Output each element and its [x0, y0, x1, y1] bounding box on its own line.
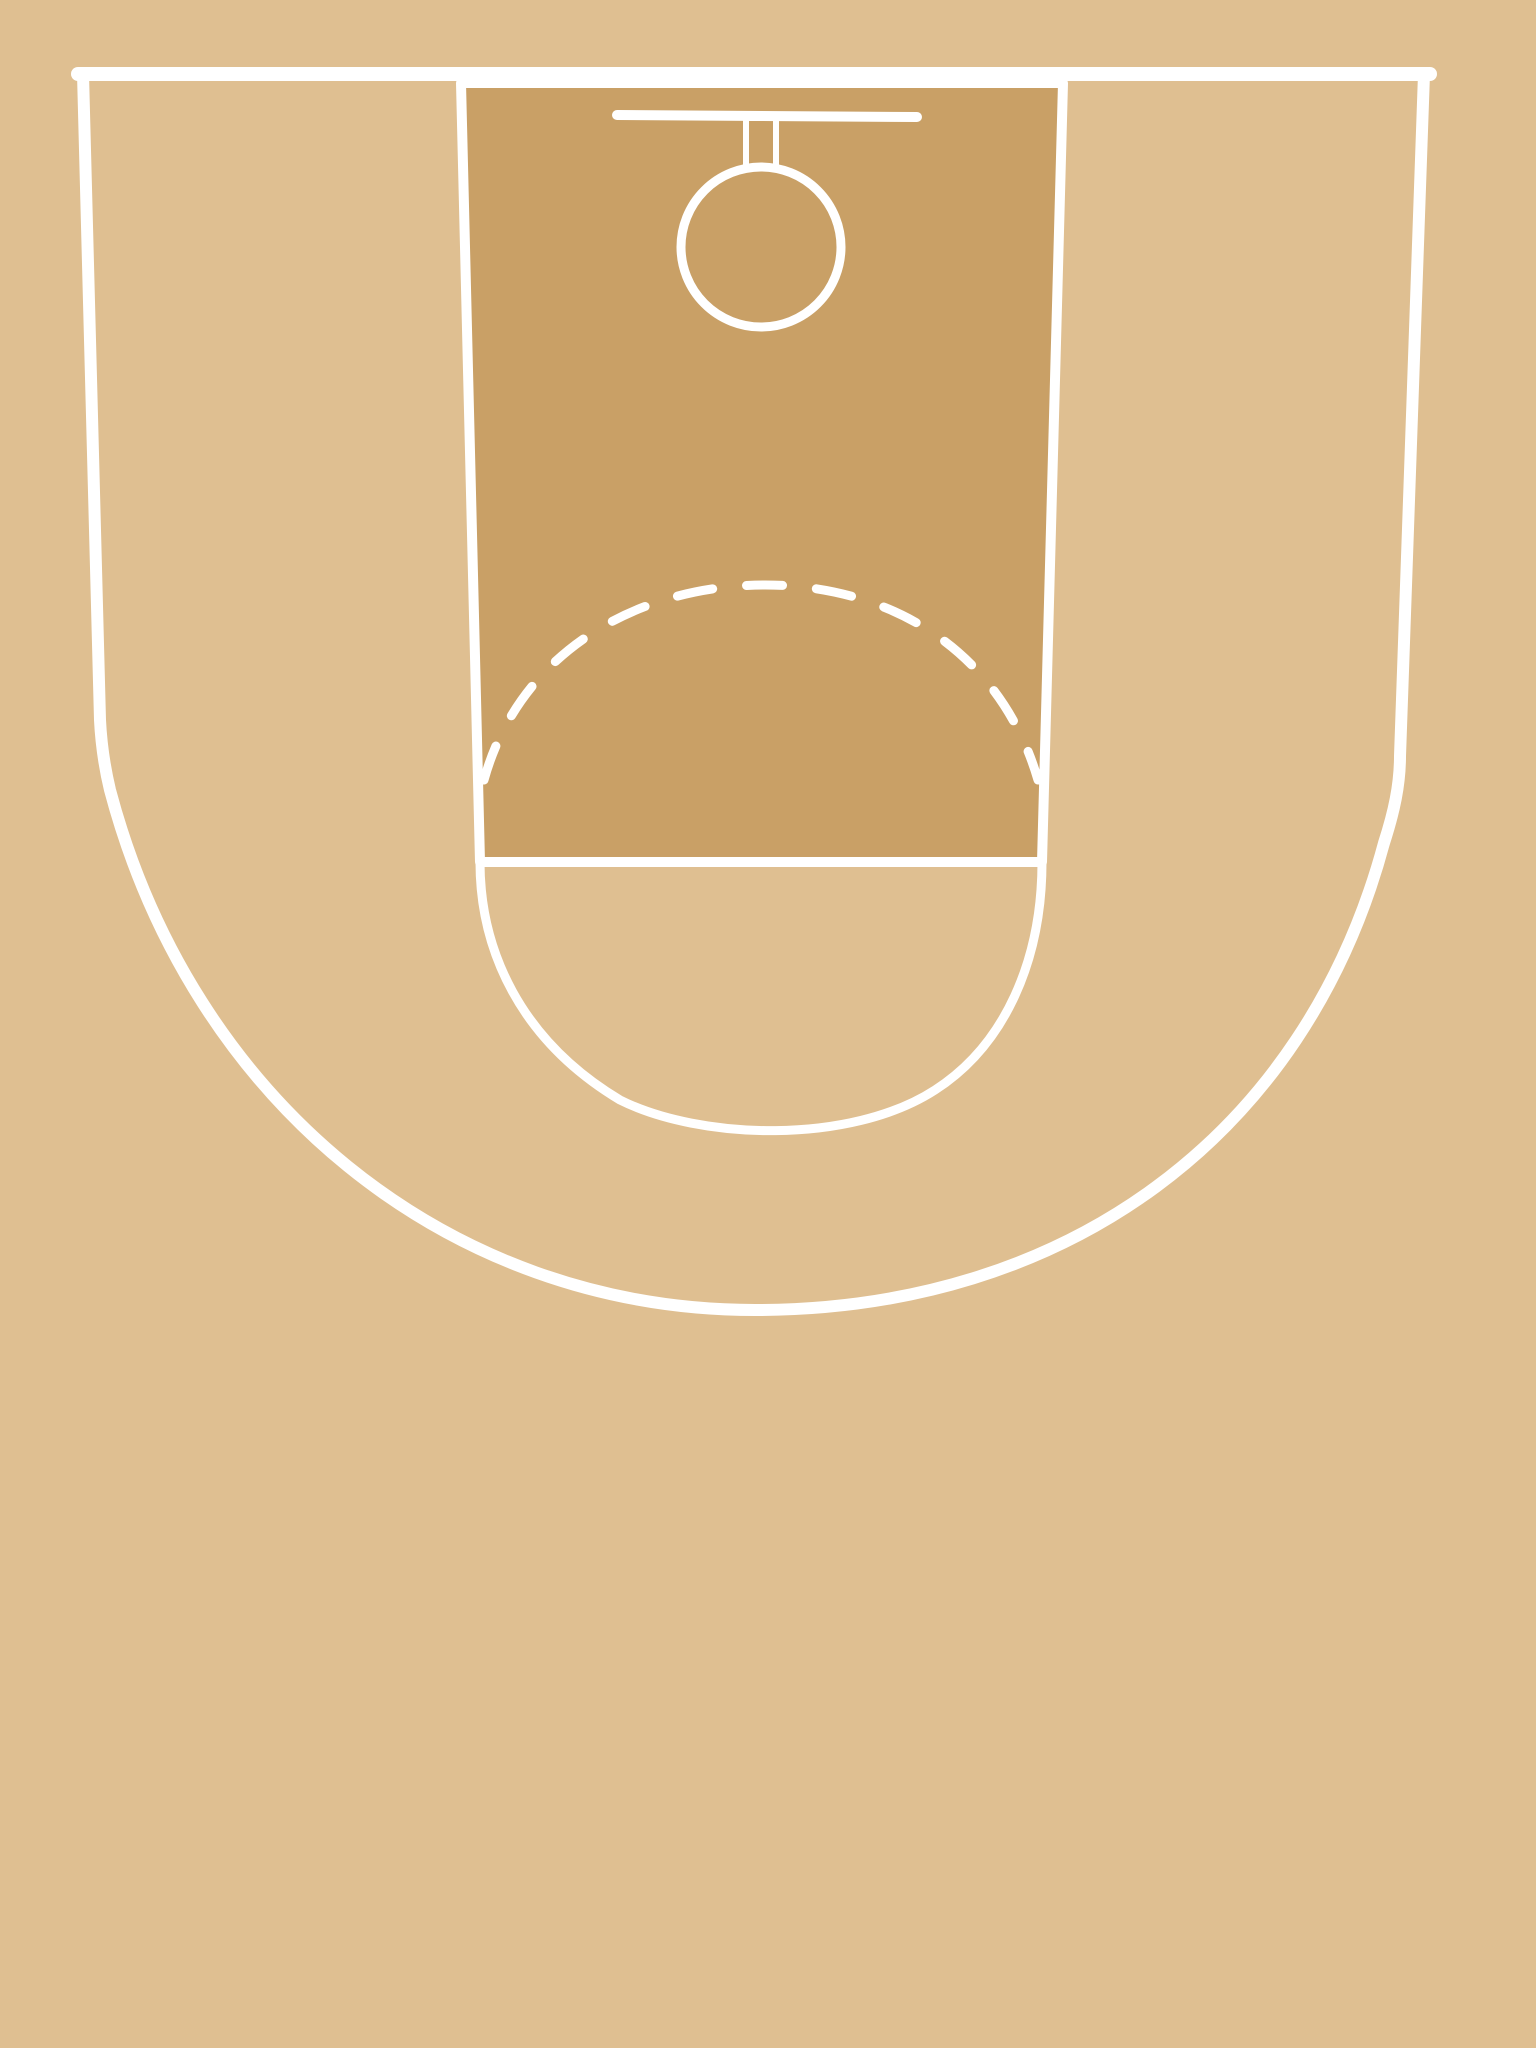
- court-diagram: [0, 0, 1536, 2048]
- free-throw-lane: [456, 78, 1068, 867]
- basketball-half-court: [0, 0, 1536, 2048]
